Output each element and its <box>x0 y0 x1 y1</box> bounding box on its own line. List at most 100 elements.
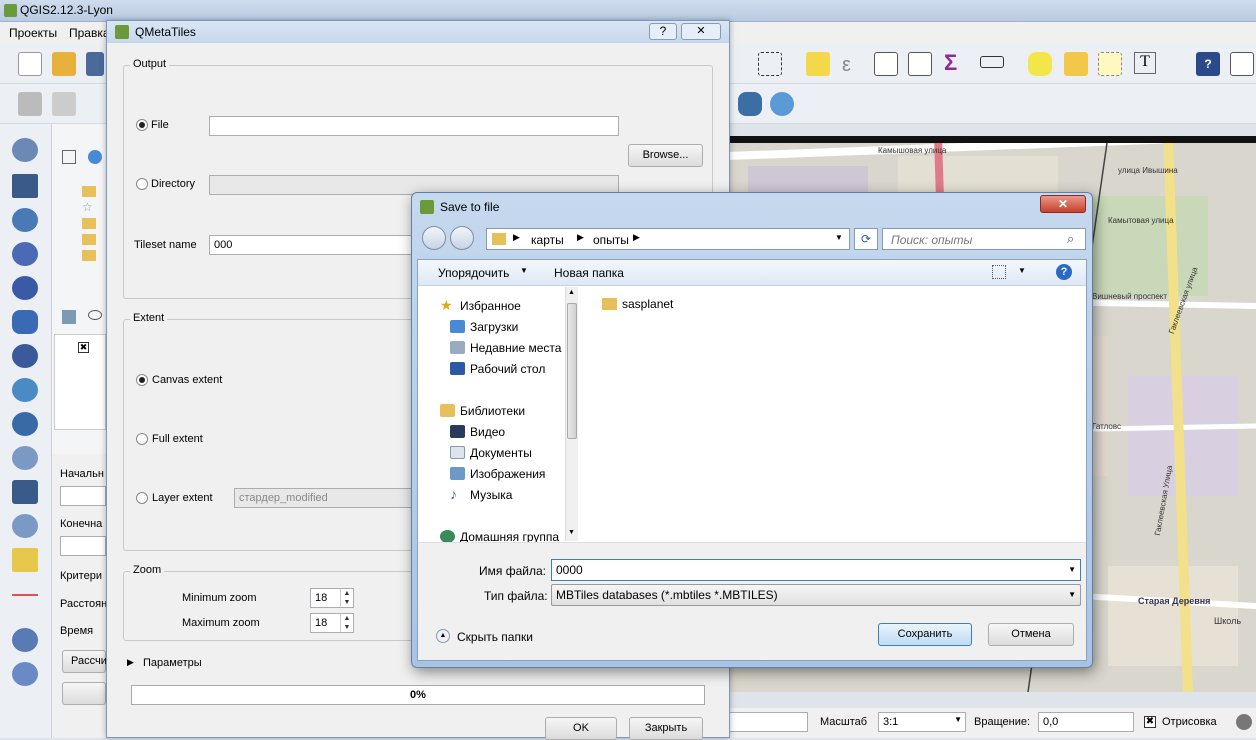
add-raster-icon[interactable] <box>12 174 38 198</box>
chevron-down-icon[interactable]: ▼ <box>1018 266 1026 275</box>
menu-projects[interactable]: Проекты <box>9 26 57 40</box>
help-icon[interactable]: ? <box>1196 52 1220 76</box>
annotation-icon[interactable] <box>1028 52 1052 76</box>
breadcrumb-arrow-icon[interactable]: ▶ <box>633 232 640 243</box>
min-zoom-spinbox[interactable]: 18 ▲ ▼ <box>310 588 354 608</box>
label-icon[interactable]: T <box>1134 52 1156 74</box>
secondary-button[interactable] <box>62 682 106 705</box>
add-selected-icon[interactable] <box>62 150 76 164</box>
breadcrumb-item[interactable]: опыты <box>593 233 629 247</box>
end-field[interactable] <box>60 536 106 556</box>
new-layer-icon[interactable] <box>12 514 38 538</box>
search-box[interactable]: Поиск: опыты ⌕ <box>882 228 1086 250</box>
forward-button[interactable] <box>450 226 474 250</box>
python-icon[interactable] <box>738 92 762 116</box>
crosshair-icon[interactable] <box>12 594 38 596</box>
collapse-icon[interactable]: ▲ <box>436 629 450 643</box>
start-field[interactable] <box>60 486 106 506</box>
new-folder-button[interactable]: Новая папка <box>554 266 624 280</box>
directory-radio[interactable] <box>136 178 148 190</box>
chevron-down-icon[interactable]: ▼ <box>835 233 843 242</box>
full-extent-radio[interactable] <box>136 433 148 445</box>
refresh-icon[interactable]: ⟳ <box>854 228 878 250</box>
save-button[interactable]: Сохранить <box>878 623 972 646</box>
filetype-select[interactable]: MBTiles databases (*.mbtiles *.MBTILES) … <box>551 584 1081 606</box>
scroll-down-icon[interactable]: ▼ <box>568 529 575 536</box>
browse-button[interactable]: Browse... <box>628 144 703 167</box>
back-button[interactable] <box>422 226 446 250</box>
nav-desktop[interactable]: Рабочий стол <box>450 362 545 376</box>
chevron-down-icon[interactable]: ▼ <box>1068 590 1076 599</box>
nav-scrollbar[interactable]: ▲ ▼ <box>565 287 578 541</box>
layer-extent-radio[interactable] <box>136 492 148 504</box>
nav-recent[interactable]: Недавние места <box>450 341 561 355</box>
close-button[interactable]: ✕ <box>1040 195 1086 213</box>
calculate-button[interactable]: Рассчи <box>62 650 107 673</box>
route-icon[interactable] <box>12 628 38 652</box>
nav-pictures[interactable]: Изображения <box>450 467 545 481</box>
text-annotation-icon[interactable] <box>1064 52 1088 76</box>
georef-icon[interactable] <box>770 92 794 116</box>
file-field[interactable] <box>209 116 619 136</box>
toggle-edit-icon[interactable] <box>52 92 76 116</box>
add-vector-icon[interactable] <box>12 138 38 162</box>
rotation-field[interactable]: 0,0 <box>1038 712 1134 732</box>
open-project-icon[interactable] <box>52 52 76 76</box>
layer-checkbox[interactable]: ✖ <box>78 342 89 353</box>
organize-button[interactable]: Упорядочить <box>438 266 509 280</box>
layer-order-icon[interactable] <box>12 662 38 686</box>
canvas-extent-radio[interactable] <box>136 374 148 386</box>
folder-icon[interactable] <box>82 250 96 261</box>
scrollbar-thumb[interactable] <box>567 303 577 439</box>
select-icon[interactable] <box>758 52 782 76</box>
folder-icon[interactable] <box>82 234 96 245</box>
whats-this-icon[interactable] <box>1230 52 1254 76</box>
crs-icon[interactable] <box>1236 714 1252 730</box>
add-virtual-icon[interactable] <box>12 480 38 504</box>
nav-documents[interactable]: Документы <box>450 446 532 460</box>
expand-arrow-icon[interactable]: ▶ <box>127 657 134 668</box>
folder-icon[interactable] <box>82 218 96 229</box>
nav-music[interactable]: ♪ Музыка <box>450 487 512 502</box>
filename-input[interactable]: 0000 ▼ <box>551 559 1081 581</box>
view-options-icon[interactable] <box>992 265 1006 279</box>
statistics-icon[interactable]: Σ <box>944 50 957 76</box>
ok-button[interactable]: OK <box>545 717 617 740</box>
spin-arrows-icon[interactable]: ▲ ▼ <box>340 614 353 632</box>
breadcrumb-item[interactable]: карты <box>531 233 564 247</box>
params-toggle[interactable]: Параметры <box>143 657 202 669</box>
add-mssql-icon[interactable] <box>12 276 38 300</box>
form-annotation-icon[interactable] <box>1098 52 1122 76</box>
edit-pencil-icon[interactable] <box>18 92 42 116</box>
scroll-up-icon[interactable]: ▲ <box>568 289 575 296</box>
coordinate-field[interactable] <box>728 712 808 732</box>
render-checkbox[interactable]: ✖ <box>1144 716 1156 728</box>
save-project-icon[interactable] <box>86 52 104 76</box>
nav-downloads[interactable]: Загрузки <box>450 320 518 334</box>
scale-field[interactable]: 3:1 ▼ <box>878 712 966 732</box>
add-spatialite-icon[interactable] <box>12 242 38 266</box>
visibility-icon[interactable] <box>88 310 102 320</box>
menu-edit[interactable]: Правка <box>69 26 110 40</box>
new-project-icon[interactable] <box>18 52 42 76</box>
help-button[interactable]: ? <box>649 23 677 40</box>
add-wms-icon[interactable] <box>12 344 38 368</box>
add-delimited-icon[interactable] <box>12 446 38 470</box>
file-radio[interactable] <box>136 119 148 131</box>
close-dialog-button[interactable]: Закрыть <box>629 717 703 740</box>
add-wfs-icon[interactable] <box>12 412 38 436</box>
nav-libraries[interactable]: Библиотеки <box>440 404 525 418</box>
field-calc-icon[interactable] <box>908 52 932 76</box>
nav-favorites[interactable]: ★ Избранное <box>440 298 521 313</box>
refresh-icon[interactable] <box>88 150 102 164</box>
nav-videos[interactable]: Видео <box>450 425 505 439</box>
cancel-button[interactable]: Отмена <box>988 623 1074 646</box>
add-oracle-icon[interactable] <box>12 310 38 334</box>
search-icon[interactable]: ⌕ <box>1067 231 1074 247</box>
spin-arrows-icon[interactable]: ▲ ▼ <box>340 589 353 607</box>
add-postgis-icon[interactable] <box>12 208 38 232</box>
deselect-icon[interactable] <box>806 52 830 76</box>
expression-icon[interactable]: ε <box>842 54 851 77</box>
layer-style-icon[interactable] <box>62 310 76 324</box>
address-bar[interactable]: ▶ карты ▶ опыты ▶ ▼ <box>486 228 850 250</box>
